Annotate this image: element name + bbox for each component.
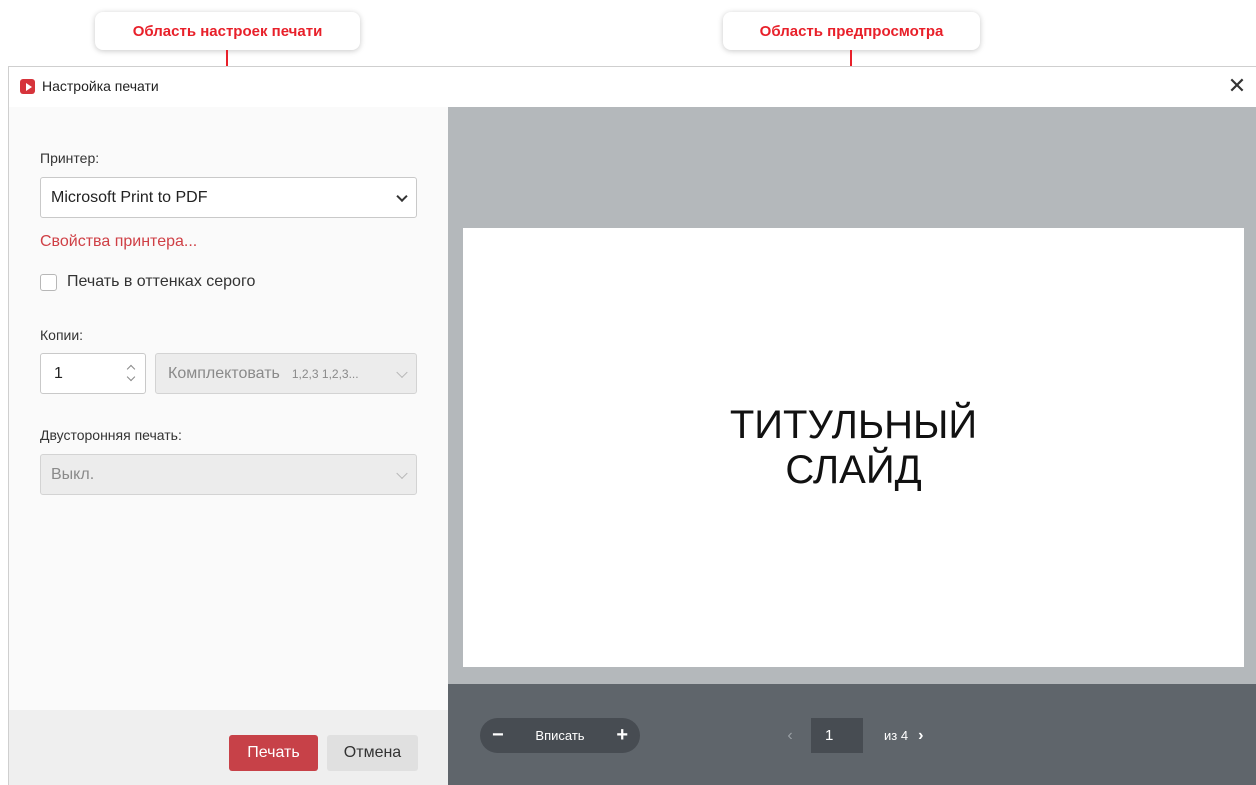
grayscale-label: Печать в оттенках серого xyxy=(67,273,256,290)
chevron-right-icon[interactable]: › xyxy=(918,727,923,745)
chevron-down-icon xyxy=(396,467,408,479)
page-number-input[interactable]: 1 xyxy=(811,718,863,753)
dialog-titlebar: Настройка печати ✕ xyxy=(9,67,1256,107)
copies-stepper[interactable]: 1 xyxy=(40,353,146,394)
slide-title: ТИТУЛЬНЫЙ СЛАЙД xyxy=(729,402,978,492)
collate-label: Комплектовать xyxy=(168,364,280,382)
grayscale-option[interactable]: Печать в оттенках серого xyxy=(40,273,255,291)
print-button[interactable]: Печать xyxy=(229,735,318,771)
print-preview-panel: ТИТУЛЬНЫЙ СЛАЙД − Вписать + ‹ 1 из 4 › xyxy=(448,107,1256,785)
fit-button[interactable]: Вписать xyxy=(535,728,584,743)
preview-page: ТИТУЛЬНЫЙ СЛАЙД xyxy=(463,228,1244,667)
collate-hint: 1,2,3 1,2,3... xyxy=(291,366,359,381)
dialog-title: Настройка печати xyxy=(42,78,159,94)
duplex-select-value: Выкл. xyxy=(51,465,95,483)
preview-toolbar: − Вписать + ‹ 1 из 4 › xyxy=(448,684,1256,785)
app-logo-icon xyxy=(20,79,35,94)
duplex-select[interactable]: Выкл. xyxy=(40,454,417,495)
printer-label: Принтер: xyxy=(40,150,100,166)
chevron-down-icon[interactable] xyxy=(126,372,136,382)
copies-label: Копии: xyxy=(40,327,84,343)
cancel-button[interactable]: Отмена xyxy=(327,735,418,771)
print-settings-panel: Принтер: Microsoft Print to PDF Свойства… xyxy=(9,107,448,785)
page-count: из 4 xyxy=(884,728,909,743)
printer-properties-link[interactable]: Свойства принтера... xyxy=(40,233,197,251)
chevron-left-icon[interactable]: ‹ xyxy=(780,727,800,745)
settings-area-callout: Область настроек печати xyxy=(95,12,360,50)
close-icon[interactable]: ✕ xyxy=(1224,73,1250,99)
page-navigator: ‹ 1 из 4 › xyxy=(780,718,923,753)
preview-area-callout: Область предпросмотра xyxy=(723,12,980,50)
printer-select-value: Microsoft Print to PDF xyxy=(51,188,208,206)
print-settings-dialog: Настройка печати ✕ Принтер: Microsoft Pr… xyxy=(8,66,1256,785)
grayscale-checkbox[interactable] xyxy=(40,273,57,291)
duplex-label: Двусторонняя печать: xyxy=(40,427,182,443)
copies-value: 1 xyxy=(54,364,63,382)
collate-select[interactable]: Комплектовать 1,2,3 1,2,3... xyxy=(155,353,417,394)
dialog-footer: Печать Отмена xyxy=(9,710,448,785)
zoom-control: − Вписать + xyxy=(480,718,640,753)
current-page-value: 1 xyxy=(825,727,834,744)
zoom-in-button[interactable]: + xyxy=(616,724,628,747)
zoom-out-button[interactable]: − xyxy=(492,724,504,747)
chevron-down-icon xyxy=(396,190,408,202)
chevron-down-icon xyxy=(396,366,408,378)
printer-select[interactable]: Microsoft Print to PDF xyxy=(40,177,417,218)
